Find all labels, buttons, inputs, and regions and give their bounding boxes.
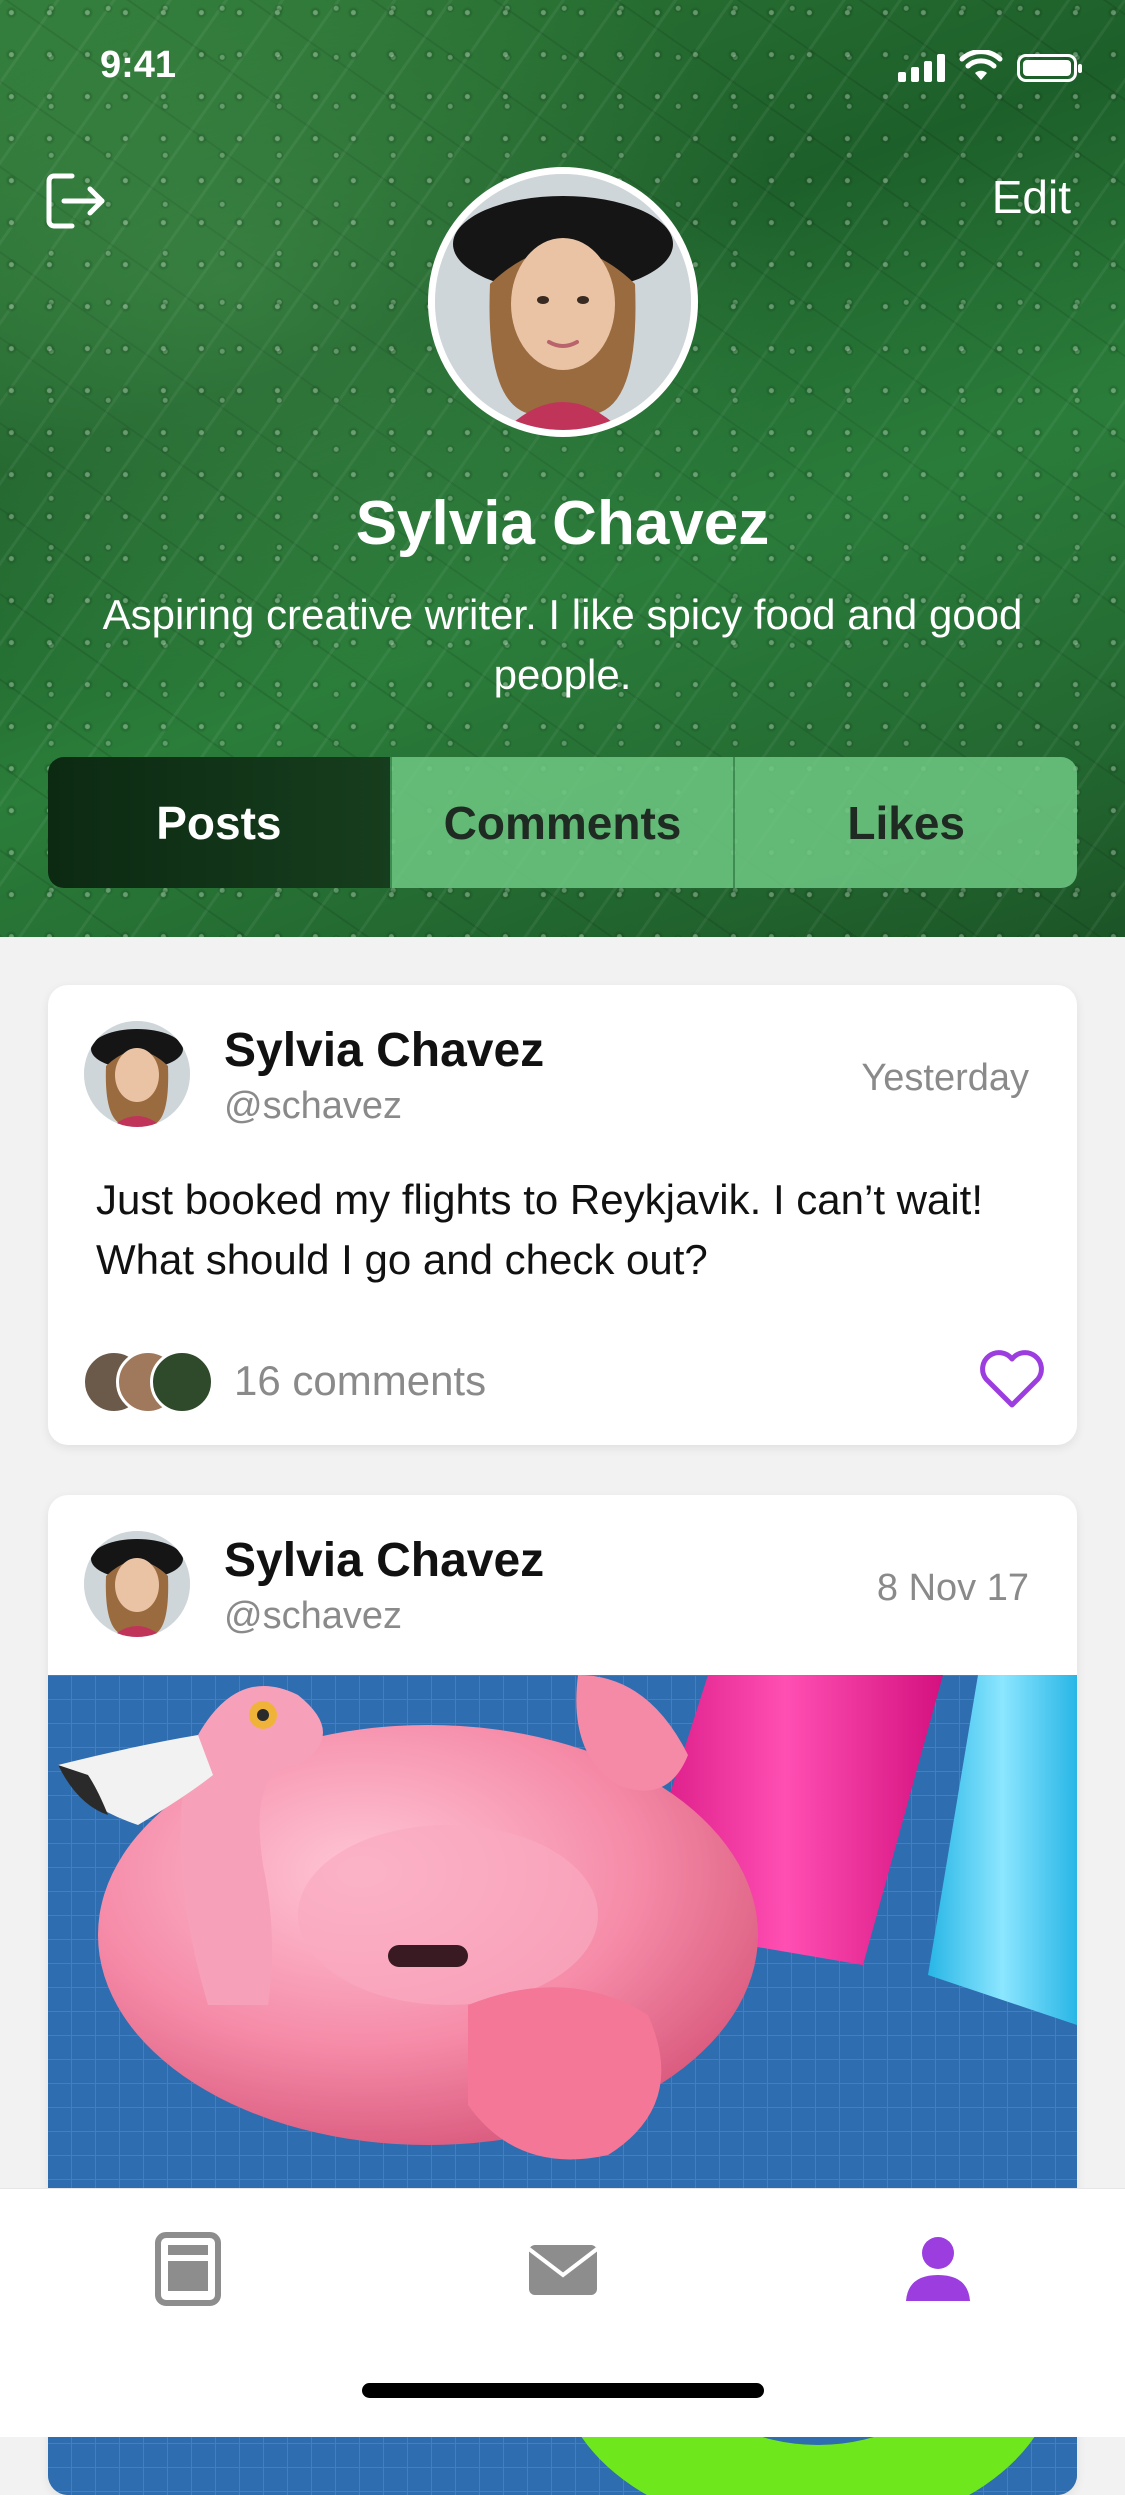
heart-icon[interactable] bbox=[977, 1347, 1047, 1411]
status-time: 9:41 bbox=[100, 44, 177, 86]
post-author-handle: @schavez bbox=[224, 1085, 402, 1127]
profile-header: 9:41 Edit Sylvia Chavez Aspiring creativ… bbox=[0, 0, 1125, 937]
commenter-avatar bbox=[150, 1350, 214, 1414]
comments-count-link[interactable]: 16 comments bbox=[234, 1357, 486, 1405]
bottom-tab-bar bbox=[0, 2188, 1125, 2437]
mail-icon[interactable] bbox=[523, 2229, 603, 2309]
feed-icon[interactable] bbox=[148, 2229, 228, 2309]
post-author-name[interactable]: Sylvia Chavez bbox=[224, 1023, 544, 1078]
post-author-handle: @schavez bbox=[224, 1595, 402, 1637]
profile-icon[interactable] bbox=[898, 2229, 978, 2309]
profile-name: Sylvia Chavez bbox=[355, 489, 770, 558]
post-date: 8 Nov 17 bbox=[876, 1567, 1029, 1609]
author-avatar[interactable] bbox=[84, 1021, 190, 1127]
home-indicator bbox=[362, 2383, 764, 2398]
tab-likes[interactable]: Likes bbox=[733, 757, 1077, 888]
tab-posts[interactable]: Posts bbox=[48, 757, 390, 888]
post-date: Yesterday bbox=[861, 1057, 1029, 1099]
cellular-signal-icon bbox=[898, 54, 945, 82]
battery-icon bbox=[1017, 54, 1082, 82]
profile-tabs: Posts Comments Likes bbox=[48, 757, 1077, 888]
post-card[interactable]: Sylvia Chavez @schavez Yesterday Just bo… bbox=[48, 985, 1077, 1445]
post-author-name[interactable]: Sylvia Chavez bbox=[224, 1533, 544, 1588]
status-icons bbox=[898, 50, 1082, 82]
post-text: Just booked my flights to Reykjavik. I c… bbox=[96, 1176, 984, 1283]
author-avatar[interactable] bbox=[84, 1531, 190, 1637]
logout-icon[interactable] bbox=[42, 168, 108, 234]
status-bar: 9:41 bbox=[0, 0, 1125, 140]
wifi-icon bbox=[959, 50, 1003, 80]
profile-bio: Aspiring creative writer. I like spicy f… bbox=[102, 591, 1023, 698]
edit-profile-button[interactable]: Edit bbox=[992, 170, 1071, 224]
tab-comments[interactable]: Comments bbox=[389, 757, 734, 888]
profile-avatar bbox=[428, 167, 698, 437]
commenter-avatars bbox=[82, 1350, 222, 1414]
